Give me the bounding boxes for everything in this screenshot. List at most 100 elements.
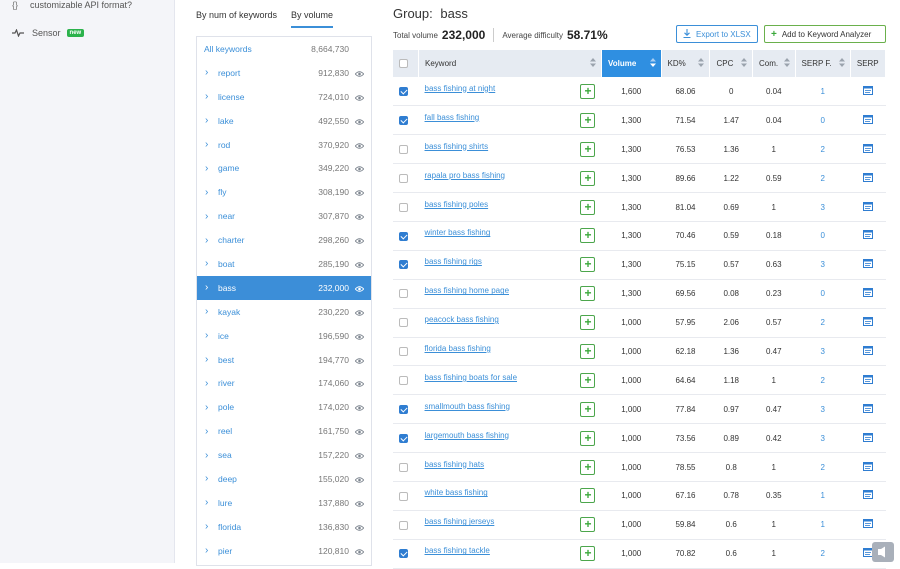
serp-preview-icon[interactable] (862, 259, 873, 270)
row-checkbox[interactable] (399, 231, 408, 241)
serp-preview-icon[interactable] (862, 143, 873, 155)
add-keyword-button[interactable]: + (580, 286, 596, 302)
header-kd[interactable]: KD% (661, 50, 711, 77)
chevron-right-icon[interactable]: › (205, 235, 208, 246)
add-keyword-button[interactable]: + (580, 315, 596, 331)
chevron-right-icon[interactable]: › (205, 187, 208, 198)
eye-icon[interactable] (354, 69, 365, 79)
serp-preview-icon[interactable] (862, 519, 873, 530)
serp-preview-icon[interactable] (862, 317, 873, 328)
eye-icon[interactable] (354, 475, 365, 485)
group-item-fly[interactable]: › fly 308,190 (197, 180, 371, 204)
header-keyword[interactable]: Keyword (418, 50, 602, 77)
row-checkbox[interactable] (399, 520, 408, 530)
eye-icon[interactable] (354, 499, 365, 509)
eye-icon[interactable] (354, 141, 365, 151)
group-item-rod[interactable]: › rod 370,920 (197, 133, 371, 157)
eye-icon[interactable] (354, 356, 365, 366)
row-checkbox[interactable] (399, 86, 408, 96)
serp-features-cell[interactable]: 3 (795, 250, 851, 280)
eye-icon[interactable] (354, 236, 365, 246)
group-item-reel[interactable]: › reel 161,750 (197, 419, 371, 443)
eye-icon[interactable] (354, 427, 365, 437)
tab-by-num-keywords[interactable]: By num of keywords (196, 10, 277, 28)
group-item-charter[interactable]: › charter 298,260 (197, 228, 371, 252)
add-keyword-button[interactable]: + (580, 170, 596, 186)
chevron-right-icon[interactable]: › (205, 211, 208, 222)
group-item-license[interactable]: › license 724,010 (197, 85, 371, 109)
feedback-chat-icon[interactable] (872, 542, 894, 562)
serp-features-cell[interactable]: 1 (795, 77, 851, 107)
row-checkbox[interactable] (399, 202, 408, 212)
serp-preview-icon[interactable] (862, 345, 873, 357)
keyword-link[interactable]: rapala pro bass fishing (425, 171, 506, 180)
api-promo[interactable]: {} customizable API format? (12, 0, 132, 10)
eye-icon[interactable] (354, 332, 365, 342)
group-item-lure[interactable]: › lure 137,880 (197, 491, 371, 515)
chevron-right-icon[interactable]: › (205, 330, 208, 341)
eye-icon[interactable] (354, 379, 365, 389)
chevron-right-icon[interactable]: › (205, 426, 208, 437)
keyword-link[interactable]: bass fishing shirts (425, 142, 489, 151)
chevron-right-icon[interactable]: › (205, 473, 208, 484)
serp-features-cell[interactable]: 0 (795, 221, 851, 251)
group-item-ice[interactable]: › ice 196,590 (197, 324, 371, 348)
row-checkbox[interactable] (399, 549, 408, 559)
eye-icon[interactable] (354, 117, 365, 127)
add-keyword-button[interactable]: + (580, 141, 596, 157)
row-checkbox[interactable] (399, 404, 408, 414)
eye-icon[interactable] (354, 451, 365, 461)
serp-features-cell[interactable]: 0 (795, 279, 851, 309)
keyword-link[interactable]: peacock bass fishing (425, 315, 499, 324)
serp-features-cell[interactable]: 1 (795, 510, 851, 540)
serp-preview-icon[interactable] (862, 114, 873, 126)
row-checkbox[interactable] (399, 260, 408, 270)
row-checkbox[interactable] (399, 347, 408, 357)
serp-preview-icon[interactable] (862, 432, 873, 444)
eye-icon[interactable] (354, 164, 365, 174)
serp-features-cell[interactable]: 3 (795, 192, 851, 222)
group-item-game[interactable]: › game 349,220 (197, 156, 371, 180)
keyword-link[interactable]: bass fishing at night (425, 84, 496, 93)
eye-icon[interactable] (354, 212, 365, 222)
eye-icon[interactable] (354, 93, 365, 103)
keyword-link[interactable]: bass fishing rigs (425, 257, 482, 266)
keyword-link[interactable]: fall bass fishing (425, 113, 480, 122)
eye-icon[interactable] (354, 308, 365, 318)
eye-icon[interactable] (354, 188, 365, 198)
eye-icon[interactable] (354, 403, 365, 413)
group-item-pole[interactable]: › pole 174,020 (197, 395, 371, 419)
serp-features-cell[interactable]: 3 (795, 423, 851, 454)
serp-preview-icon[interactable] (862, 461, 873, 473)
add-keyword-button[interactable]: + (580, 112, 596, 128)
keyword-link[interactable]: florida bass fishing (425, 344, 491, 353)
group-item-all-keywords[interactable]: All keywords 8,664,730 (197, 37, 371, 61)
group-item-bass[interactable]: › bass 232,000 (197, 275, 371, 300)
chevron-right-icon[interactable]: › (205, 282, 208, 293)
chevron-right-icon[interactable]: › (205, 139, 208, 150)
row-checkbox[interactable] (399, 289, 408, 299)
serp-features-cell[interactable]: 3 (795, 394, 851, 425)
chevron-right-icon[interactable]: › (205, 67, 208, 78)
keyword-link[interactable]: bass fishing tackle (425, 546, 490, 555)
group-item-report[interactable]: › report 912,830 (197, 61, 371, 85)
serp-preview-icon[interactable] (862, 201, 873, 213)
serp-preview-icon[interactable] (862, 85, 873, 97)
chevron-right-icon[interactable]: › (205, 521, 208, 532)
group-item-pier[interactable]: › pier 120,810 (197, 539, 371, 563)
row-checkbox[interactable] (399, 116, 408, 126)
serp-features-cell[interactable]: 2 (795, 163, 851, 194)
keyword-link[interactable]: bass fishing jerseys (425, 517, 495, 526)
header-cpc[interactable]: CPC (709, 50, 753, 77)
sidebar-item-sensor[interactable]: Sensor new (12, 28, 85, 38)
header-com[interactable]: Com. (752, 50, 796, 77)
keyword-link[interactable]: winter bass fishing (425, 228, 491, 237)
export-xlsx-button[interactable]: Export to XLSX (676, 25, 758, 43)
chevron-right-icon[interactable]: › (205, 497, 208, 508)
serp-features-cell[interactable]: 2 (795, 452, 851, 482)
header-select-all[interactable] (393, 50, 420, 77)
serp-preview-icon[interactable] (862, 374, 873, 386)
serp-preview-icon[interactable] (862, 172, 873, 184)
row-checkbox[interactable] (399, 173, 408, 183)
keyword-link[interactable]: bass fishing boats for sale (425, 373, 518, 382)
